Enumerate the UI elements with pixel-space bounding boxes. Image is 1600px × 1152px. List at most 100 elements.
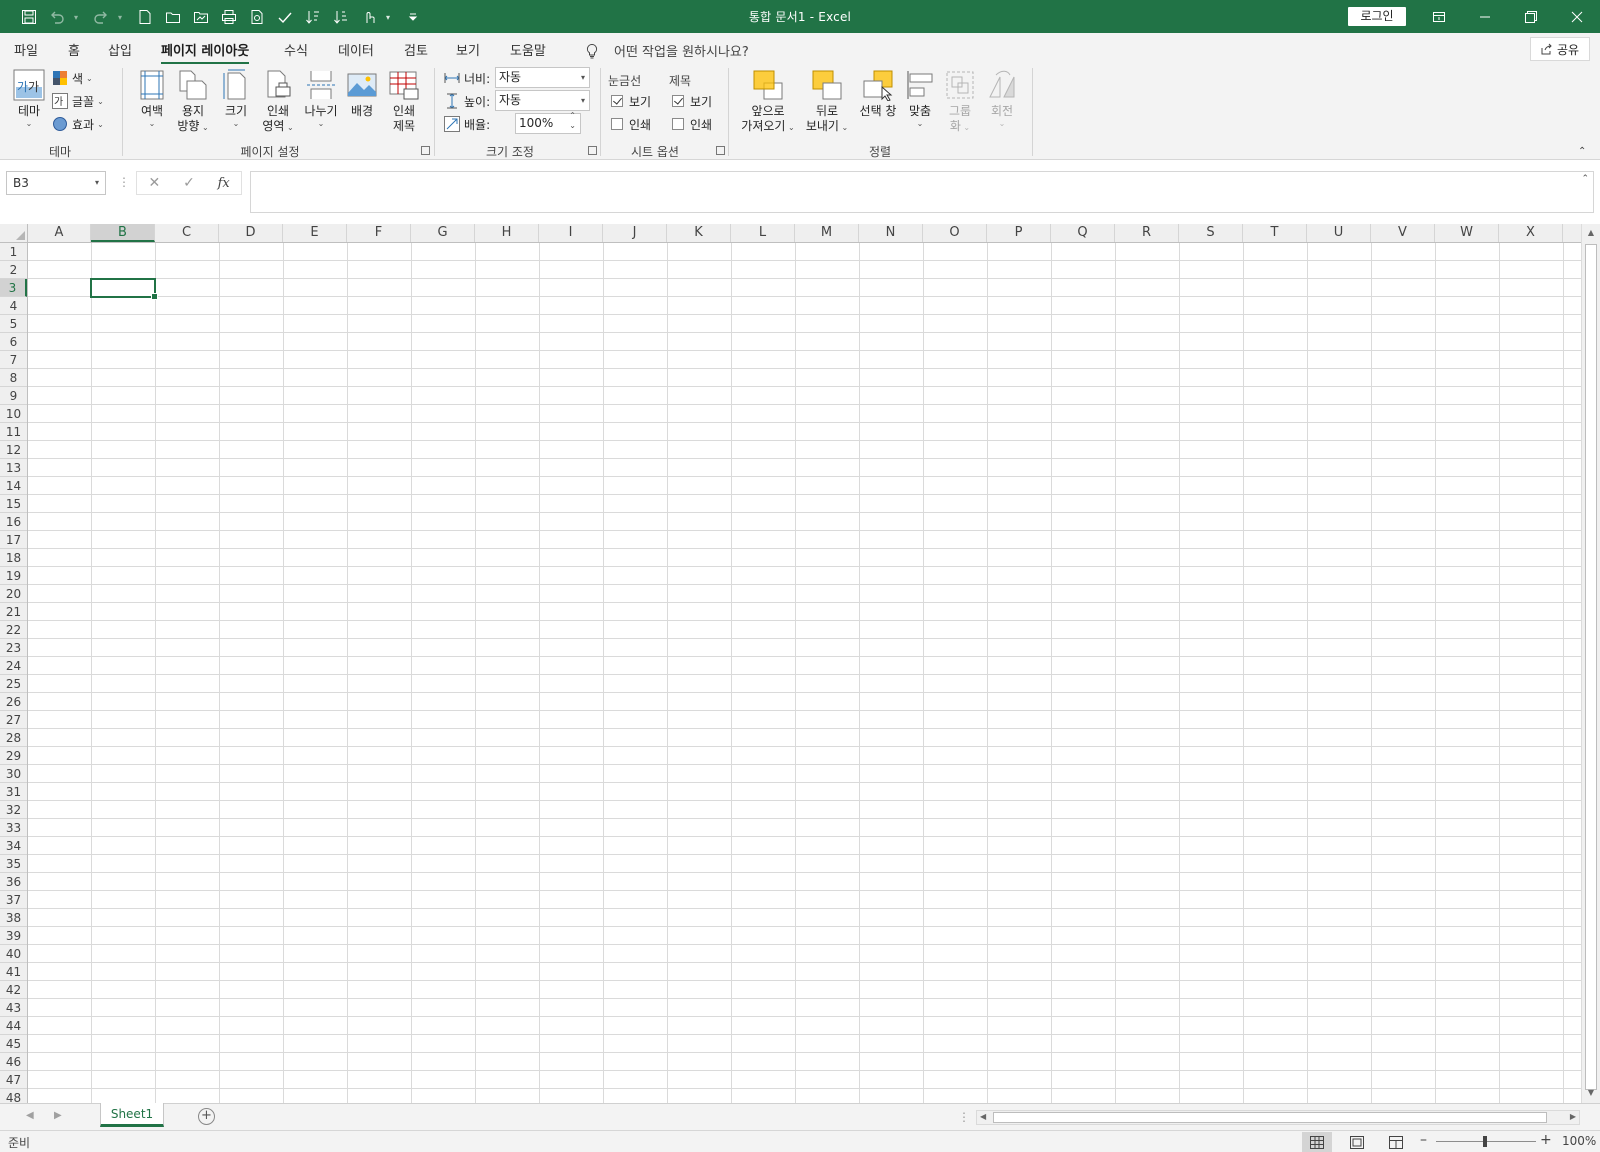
row-header[interactable]: 30	[0, 765, 27, 783]
row-header[interactable]: 12	[0, 441, 27, 459]
column-header[interactable]: Q	[1051, 224, 1115, 242]
row-header[interactable]: 47	[0, 1071, 27, 1089]
row-header[interactable]: 22	[0, 621, 27, 639]
zoom-out-icon[interactable]: –	[1420, 1132, 1427, 1148]
row-header[interactable]: 17	[0, 531, 27, 549]
zoom-slider-thumb[interactable]	[1483, 1136, 1487, 1147]
add-sheet-icon[interactable]: +	[198, 1108, 215, 1125]
formula-input[interactable]: ⌃	[250, 171, 1594, 213]
column-header[interactable]: N	[859, 224, 923, 242]
row-header[interactable]: 23	[0, 639, 27, 657]
tab-data[interactable]: 데이터	[338, 40, 374, 62]
normal-view-icon[interactable]	[1302, 1132, 1332, 1152]
row-header[interactable]: 18	[0, 549, 27, 567]
previous-sheet-icon[interactable]: ◀	[26, 1110, 34, 1121]
column-header[interactable]: R	[1115, 224, 1179, 242]
row-header[interactable]: 42	[0, 981, 27, 999]
column-header[interactable]: O	[923, 224, 987, 242]
redo-dropdown-icon[interactable]: ▾	[118, 13, 126, 22]
column-header[interactable]: G	[411, 224, 475, 242]
close-icon[interactable]	[1554, 0, 1600, 33]
column-header[interactable]: H	[475, 224, 539, 242]
tab-review[interactable]: 검토	[404, 40, 428, 62]
row-header[interactable]: 2	[0, 261, 27, 279]
row-header[interactable]: 6	[0, 333, 27, 351]
row-header[interactable]: 15	[0, 495, 27, 513]
row-header[interactable]: 45	[0, 1035, 27, 1053]
column-header[interactable]: W	[1435, 224, 1499, 242]
bring-forward-button[interactable]: 앞으로 가져오기 ⌄	[736, 69, 800, 134]
column-header[interactable]: J	[603, 224, 667, 242]
row-header[interactable]: 31	[0, 783, 27, 801]
row-header[interactable]: 10	[0, 405, 27, 423]
margins-button[interactable]: 여백 ⌄	[134, 69, 170, 129]
page-break-preview-icon[interactable]	[1381, 1132, 1411, 1152]
rotate-button[interactable]: 회전 ⌄	[984, 69, 1020, 129]
tab-formulas[interactable]: 수식	[284, 40, 308, 62]
row-header[interactable]: 34	[0, 837, 27, 855]
new-file-icon[interactable]	[134, 6, 156, 28]
row-header[interactable]: 14	[0, 477, 27, 495]
tab-insert[interactable]: 삽입	[108, 40, 132, 62]
redo-icon[interactable]	[90, 6, 112, 28]
row-header[interactable]: 21	[0, 603, 27, 621]
scroll-left-icon[interactable]: ◀	[980, 1112, 986, 1121]
tab-split-handle[interactable]: ⋮	[958, 1110, 970, 1124]
column-header[interactable]: M	[795, 224, 859, 242]
row-header[interactable]: 13	[0, 459, 27, 477]
restore-icon[interactable]	[1508, 0, 1554, 33]
enter-icon[interactable]: ✓	[172, 172, 207, 194]
headings-view-box[interactable]	[672, 95, 684, 107]
sheet-tab[interactable]: Sheet1	[100, 1103, 164, 1127]
share-button[interactable]: 공유	[1530, 37, 1590, 61]
name-box[interactable]: B3 ▾	[6, 171, 106, 195]
row-header[interactable]: 46	[0, 1053, 27, 1071]
tab-view[interactable]: 보기	[456, 40, 480, 62]
row-header[interactable]: 27	[0, 711, 27, 729]
row-header[interactable]: 24	[0, 657, 27, 675]
row-header[interactable]: 43	[0, 999, 27, 1017]
row-header[interactable]: 41	[0, 963, 27, 981]
row-header[interactable]: 44	[0, 1017, 27, 1035]
minimize-icon[interactable]	[1462, 0, 1508, 33]
login-button[interactable]: 로그인	[1348, 7, 1406, 26]
column-header[interactable]: D	[219, 224, 283, 242]
gridlines-print-checkbox[interactable]: 인쇄	[611, 115, 651, 133]
row-header[interactable]: 32	[0, 801, 27, 819]
vertical-scrollbar[interactable]: ▲ ▼	[1581, 224, 1600, 1104]
sheet-options-launcher-icon[interactable]	[716, 146, 725, 155]
scale-spinner[interactable]: 100% ⌃ ⌄	[515, 111, 581, 134]
scroll-down-icon[interactable]: ▼	[1585, 1088, 1597, 1100]
colors-button[interactable]: 색 ⌄	[52, 68, 93, 88]
customize-icon[interactable]	[402, 6, 424, 28]
zoom-in-icon[interactable]: +	[1540, 1132, 1552, 1148]
spelling-icon[interactable]	[274, 6, 296, 28]
align-button[interactable]: 맞춤 ⌄	[902, 69, 938, 129]
open-folder-icon[interactable]	[162, 6, 184, 28]
column-header[interactable]: S	[1179, 224, 1243, 242]
ribbon-display-options-icon[interactable]	[1416, 0, 1462, 33]
tab-home[interactable]: 홈	[68, 40, 80, 62]
column-header[interactable]: F	[347, 224, 411, 242]
gridlines-view-checkbox[interactable]: 보기	[611, 92, 651, 110]
cell-area[interactable]	[28, 243, 1581, 1103]
scroll-up-icon[interactable]: ▲	[1585, 228, 1597, 240]
row-header[interactable]: 37	[0, 891, 27, 909]
orientation-button[interactable]: 용지 방향 ⌄	[172, 69, 214, 134]
active-cell[interactable]	[90, 278, 158, 300]
row-header[interactable]: 40	[0, 945, 27, 963]
themes-button[interactable]: 가가 테마 ⌄	[10, 69, 48, 129]
column-header[interactable]: L	[731, 224, 795, 242]
row-header[interactable]: 8	[0, 369, 27, 387]
save-icon[interactable]	[18, 6, 40, 28]
send-backward-button[interactable]: 뒤로 보내기 ⌄	[802, 69, 852, 134]
row-header[interactable]: 28	[0, 729, 27, 747]
row-header[interactable]: 11	[0, 423, 27, 441]
height-select[interactable]: 자동 ▾	[495, 90, 590, 111]
fonts-button[interactable]: 가 글꼴 ⌄	[52, 91, 104, 111]
undo-dropdown-icon[interactable]: ▾	[74, 13, 82, 22]
select-all-button[interactable]	[0, 224, 28, 243]
touch-mode-icon[interactable]	[358, 6, 380, 28]
page-layout-view-icon[interactable]	[1342, 1132, 1372, 1152]
row-header[interactable]: 9	[0, 387, 27, 405]
